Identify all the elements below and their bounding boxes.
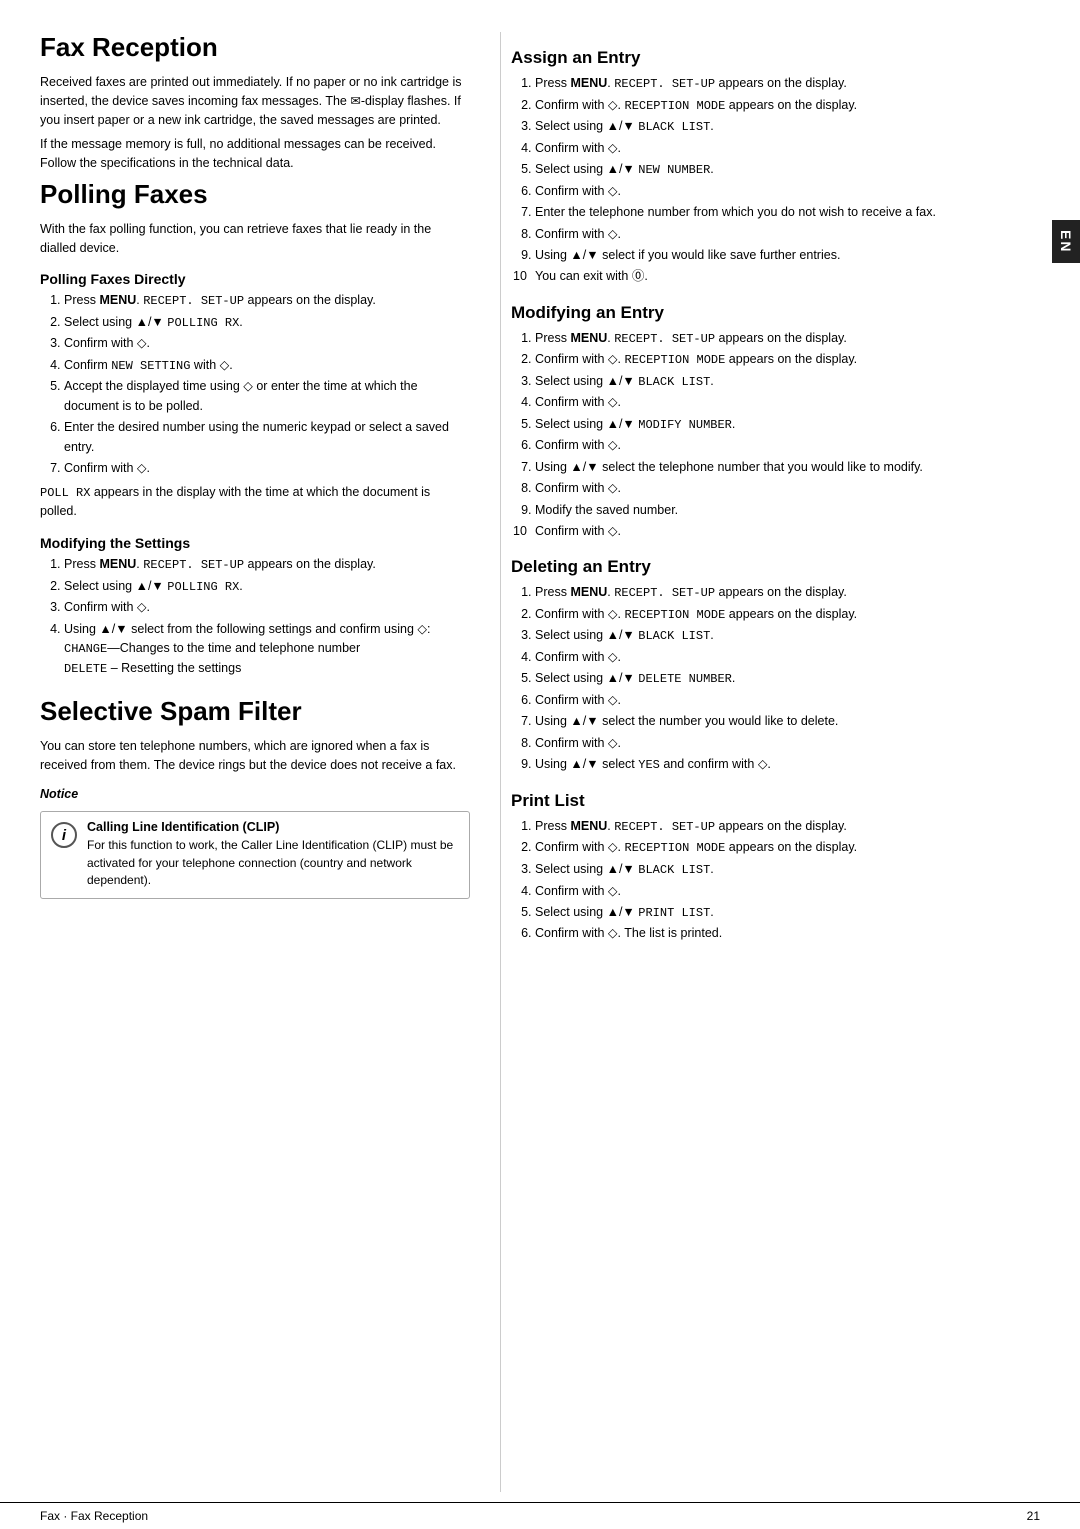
list-item: Using ▲/▼ select from the following sett… <box>64 620 470 679</box>
assign-entry-title: Assign an Entry <box>511 48 1040 68</box>
print-list-title: Print List <box>511 791 1040 811</box>
assign-entry-steps: Press MENU. RECEPT. SET-UP appears on th… <box>529 74 1040 287</box>
list-item: Confirm with ◇. <box>535 479 1040 498</box>
list-item: Select using ▲/▼ BLACK LIST. <box>535 117 1040 137</box>
list-item: Confirm with ◇. <box>535 882 1040 901</box>
polling-faxes-para: With the fax polling function, you can r… <box>40 220 470 258</box>
list-item: Select using ▲/▼ NEW NUMBER. <box>535 160 1040 180</box>
delete-entry-steps: Press MENU. RECEPT. SET-UP appears on th… <box>529 583 1040 774</box>
list-item: Confirm with ◇. <box>535 139 1040 158</box>
en-tab: EN <box>1052 220 1080 263</box>
list-item: Select using ▲/▼ DELETE NUMBER. <box>535 669 1040 689</box>
notice-box: i Calling Line Identification (CLIP) For… <box>40 811 470 898</box>
list-item: Confirm with ◇. RECEPTION MODE appears o… <box>535 838 1040 858</box>
modify-entry-steps: Press MENU. RECEPT. SET-UP appears on th… <box>529 329 1040 542</box>
footer-right: 21 <box>1027 1509 1040 1523</box>
right-column: Assign an Entry Press MENU. RECEPT. SET-… <box>500 32 1040 1492</box>
list-item: Confirm with ◇. <box>535 522 1040 541</box>
list-item: Press MENU. RECEPT. SET-UP appears on th… <box>535 583 1040 603</box>
list-item: Using ▲/▼ select if you would like save … <box>535 246 1040 265</box>
spam-filter-title: Selective Spam Filter <box>40 696 470 727</box>
list-item: Confirm with ◇. The list is printed. <box>535 924 1040 943</box>
list-item: Select using ▲/▼ POLLING RX. <box>64 577 470 597</box>
list-item: Using ▲/▼ select the number you would li… <box>535 712 1040 731</box>
list-item: Accept the displayed time using ◇ or ent… <box>64 377 470 416</box>
list-item: Modify the saved number. <box>535 501 1040 520</box>
modifying-settings-steps: Press MENU. RECEPT. SET-UP appears on th… <box>58 555 470 678</box>
list-item: Confirm with ◇. <box>64 334 470 353</box>
footer: Fax · Fax Reception 21 <box>0 1502 1080 1529</box>
list-item: Confirm with ◇. <box>535 734 1040 753</box>
page: EN Fax Reception Received faxes are prin… <box>0 0 1080 1529</box>
notice-label: Notice <box>40 785 470 804</box>
polling-directly-title: Polling Faxes Directly <box>40 271 470 287</box>
list-item: Press MENU. RECEPT. SET-UP appears on th… <box>535 329 1040 349</box>
delete-entry-title: Deleting an Entry <box>511 557 1040 577</box>
list-item: Confirm with ◇. RECEPTION MODE appears o… <box>535 605 1040 625</box>
notice-content: Calling Line Identification (CLIP) For t… <box>87 820 459 889</box>
list-item: Select using ▲/▼ BLACK LIST. <box>535 860 1040 880</box>
list-item: Press MENU. RECEPT. SET-UP appears on th… <box>535 74 1040 94</box>
fax-reception-para2: If the message memory is full, no additi… <box>40 135 470 173</box>
list-item: Select using ▲/▼ BLACK LIST. <box>535 626 1040 646</box>
list-item: Using ▲/▼ select the telephone number th… <box>535 458 1040 477</box>
list-item: Select using ▲/▼ BLACK LIST. <box>535 372 1040 392</box>
list-item: Enter the telephone number from which yo… <box>535 203 1040 222</box>
list-item: Select using ▲/▼ PRINT LIST. <box>535 903 1040 923</box>
list-item: You can exit with ⓪. <box>535 267 1040 286</box>
polling-directly-note: POLL RX appears in the display with the … <box>40 483 470 521</box>
notice-text: For this function to work, the Caller Li… <box>87 837 459 889</box>
list-item: Confirm with ◇. <box>535 225 1040 244</box>
list-item: Press MENU. RECEPT. SET-UP appears on th… <box>64 555 470 575</box>
spam-filter-para: You can store ten telephone numbers, whi… <box>40 737 470 775</box>
list-item: Confirm with ◇. <box>535 393 1040 412</box>
modifying-settings-title: Modifying the Settings <box>40 535 470 551</box>
footer-left: Fax · Fax Reception <box>40 1509 148 1523</box>
list-item: Press MENU. RECEPT. SET-UP appears on th… <box>64 291 470 311</box>
list-item: Select using ▲/▼ MODIFY NUMBER. <box>535 415 1040 435</box>
list-item: Enter the desired number using the numer… <box>64 418 470 457</box>
list-item: Using ▲/▼ select YES and confirm with ◇. <box>535 755 1040 775</box>
fax-reception-para1: Received faxes are printed out immediate… <box>40 73 470 129</box>
fax-reception-title: Fax Reception <box>40 32 470 63</box>
list-item: Press MENU. RECEPT. SET-UP appears on th… <box>535 817 1040 837</box>
polling-faxes-title: Polling Faxes <box>40 179 470 210</box>
list-item: Confirm with ◇. <box>535 691 1040 710</box>
list-item: Select using ▲/▼ POLLING RX. <box>64 313 470 333</box>
left-column: Fax Reception Received faxes are printed… <box>40 32 500 1492</box>
modify-entry-title: Modifying an Entry <box>511 303 1040 323</box>
list-item: Confirm NEW SETTING with ◇. <box>64 356 470 376</box>
list-item: Confirm with ◇. <box>535 648 1040 667</box>
list-item: Confirm with ◇. <box>535 436 1040 455</box>
notice-title: Calling Line Identification (CLIP) <box>87 820 459 834</box>
list-item: Confirm with ◇. <box>535 182 1040 201</box>
list-item: Confirm with ◇. <box>64 598 470 617</box>
info-icon: i <box>51 822 77 848</box>
list-item: Confirm with ◇. RECEPTION MODE appears o… <box>535 350 1040 370</box>
polling-directly-steps: Press MENU. RECEPT. SET-UP appears on th… <box>58 291 470 478</box>
list-item: Confirm with ◇. RECEPTION MODE appears o… <box>535 96 1040 116</box>
list-item: Confirm with ◇. <box>64 459 470 478</box>
print-list-steps: Press MENU. RECEPT. SET-UP appears on th… <box>529 817 1040 944</box>
content-area: Fax Reception Received faxes are printed… <box>0 0 1080 1502</box>
